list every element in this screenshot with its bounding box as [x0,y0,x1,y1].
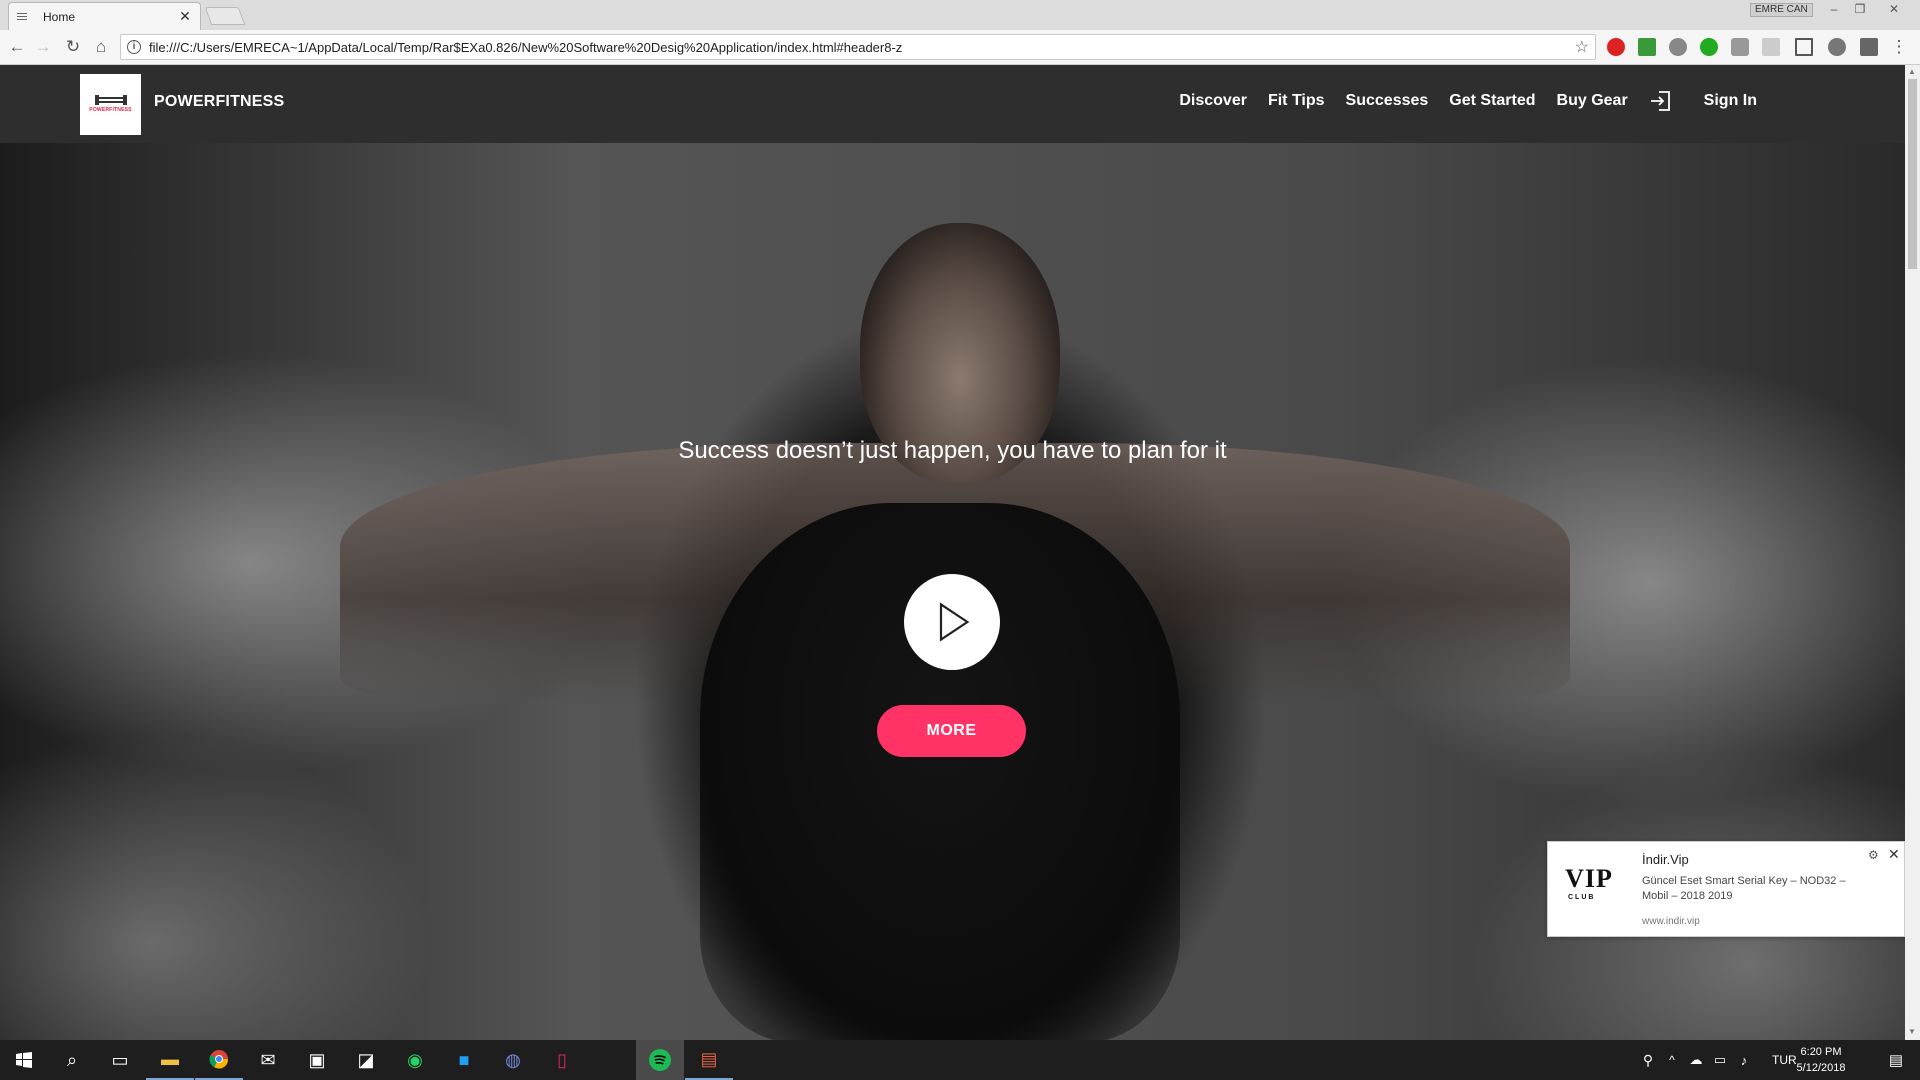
menu-item-fit-tips[interactable]: Fit Tips [1268,92,1325,110]
tab-close-icon[interactable]: ✕ [178,8,192,25]
onedrive-icon[interactable]: ☁ [1684,1040,1708,1080]
network-icon[interactable]: ▭ [1708,1040,1732,1080]
dumbbell-icon [94,94,127,105]
info-icon[interactable]: i [127,40,141,54]
clock-date: 5/12/2018 [1796,1062,1846,1074]
logo-mini-text: POWERFITNESS [89,106,132,113]
extension-red-icon[interactable] [1607,38,1625,56]
menu-item-buy-gear[interactable]: Buy Gear [1557,92,1628,110]
screenshot-icon[interactable] [1795,38,1813,56]
windows-taskbar: ⌕ ▭ ▬ ✉ ▣ ◪ ◉ ■ ◍ ▯ ▤ ⚲ ^ ☁ ▭ ♪ TUR 6:20… [0,1040,1920,1080]
chrome-icon[interactable] [195,1040,243,1080]
app-colorful-icon[interactable]: ▤ [685,1040,733,1080]
page-scrollbar[interactable]: ▲ ▼ [1905,65,1920,1040]
browser-toolbar: ← → ↻ ⌂ i file:///C:/Users/EMRECA~1/AppD… [0,30,1920,65]
sticky-notes-icon[interactable]: ◪ [342,1040,390,1080]
menu-item-successes[interactable]: Successes [1346,92,1429,110]
volume-icon[interactable]: ♪ [1732,1040,1756,1080]
menu-kebab-icon[interactable]: ⋮ [1888,36,1910,58]
minimize-button[interactable]: – [1822,2,1846,16]
search-icon[interactable]: ⌕ [48,1040,96,1080]
start-windows-icon[interactable] [0,1040,48,1080]
extension-puzzle-icon[interactable] [1828,38,1846,56]
browser-tab[interactable]: Home ✕ [8,2,201,30]
menu-item-get-started[interactable]: Get Started [1449,92,1535,110]
extension-gear-icon[interactable] [1669,38,1687,56]
home-icon[interactable]: ⌂ [90,36,112,58]
site-navbar: POWERFITNESS POWERFITNESS Discover Fit T… [0,65,1905,143]
tab-title: Home [43,9,76,24]
scroll-up-arrow-icon[interactable]: ▲ [1908,67,1916,76]
app-pink-icon[interactable]: ▯ [538,1040,586,1080]
extension-grey-icon[interactable] [1762,38,1780,56]
action-center-icon[interactable]: ▤ [1872,1040,1920,1080]
extension-green-icon[interactable] [1700,38,1718,56]
forward-arrow-icon[interactable]: → [32,36,54,58]
tray-expand-icon[interactable]: ^ [1660,1040,1684,1080]
clock-time: 6:20 PM [1800,1046,1842,1058]
close-window-button[interactable]: ✕ [1882,2,1906,16]
clock[interactable]: 6:20 PM 5/12/2018 [1786,1044,1856,1076]
browser-tabbar: Home ✕ EMRE CAN – ❐ ✕ [0,0,1920,30]
play-icon [939,602,970,642]
page-favicon-icon [17,11,29,23]
address-bar[interactable]: i file:///C:/Users/EMRECA~1/AppData/Loca… [120,34,1596,60]
task-view-icon[interactable]: ▭ [96,1040,144,1080]
sign-in-icon [1650,91,1670,111]
reload-icon[interactable]: ↻ [62,36,84,58]
notification-logo-sub: CLUB [1568,894,1596,901]
mail-icon[interactable]: ✉ [244,1040,292,1080]
restore-button[interactable]: ❐ [1848,2,1872,16]
more-button[interactable]: MORE [877,705,1026,757]
scroll-down-arrow-icon[interactable]: ▼ [1908,1027,1916,1036]
push-notification[interactable]: VIP CLUB İndir.Vip Güncel Eset Smart Ser… [1547,841,1905,937]
play-video-button[interactable] [904,574,1000,670]
eyedropper-icon[interactable] [1860,38,1878,56]
hero-headline: Success doesn’t just happen, you have to… [678,437,1227,464]
web-page: POWERFITNESS POWERFITNESS Discover Fit T… [0,65,1905,1040]
notification-title: İndir.Vip [1642,852,1689,867]
notification-body: Güncel Eset Smart Serial Key – NOD32 – M… [1642,875,1846,902]
notification-close-icon[interactable]: ✕ [1888,846,1900,863]
url-text[interactable]: file:///C:/Users/EMRECA~1/AppData/Local/… [149,40,1575,55]
signin-label[interactable]: Sign In [1704,92,1757,110]
back-arrow-icon[interactable]: ← [6,36,28,58]
twitter-icon[interactable]: ■ [440,1040,488,1080]
store-icon[interactable]: ▣ [293,1040,341,1080]
signin-link[interactable]: Sign In [1628,89,1757,113]
camera-icon[interactable] [1731,38,1749,56]
menu-item-discover[interactable]: Discover [1179,92,1247,110]
new-tab-button[interactable] [204,7,246,25]
site-logo[interactable]: POWERFITNESS [80,74,141,135]
spotify-icon[interactable] [636,1040,684,1080]
main-menu: Discover Fit Tips Successes Get Started … [1158,89,1757,113]
brand-name[interactable]: POWERFITNESS [154,93,284,111]
profile-badge[interactable]: EMRE CAN [1750,3,1813,17]
notification-site: www.indir.vip [1642,916,1700,927]
discord-icon[interactable]: ◍ [489,1040,537,1080]
bookmark-star-icon[interactable]: ☆ [1575,37,1589,57]
notification-settings-icon[interactable]: ⚙ [1868,848,1879,862]
scrollbar-thumb[interactable] [1908,79,1917,269]
file-explorer-icon[interactable]: ▬ [146,1040,194,1080]
google-drive-icon[interactable] [1638,38,1656,56]
whatsapp-icon[interactable]: ◉ [391,1040,439,1080]
